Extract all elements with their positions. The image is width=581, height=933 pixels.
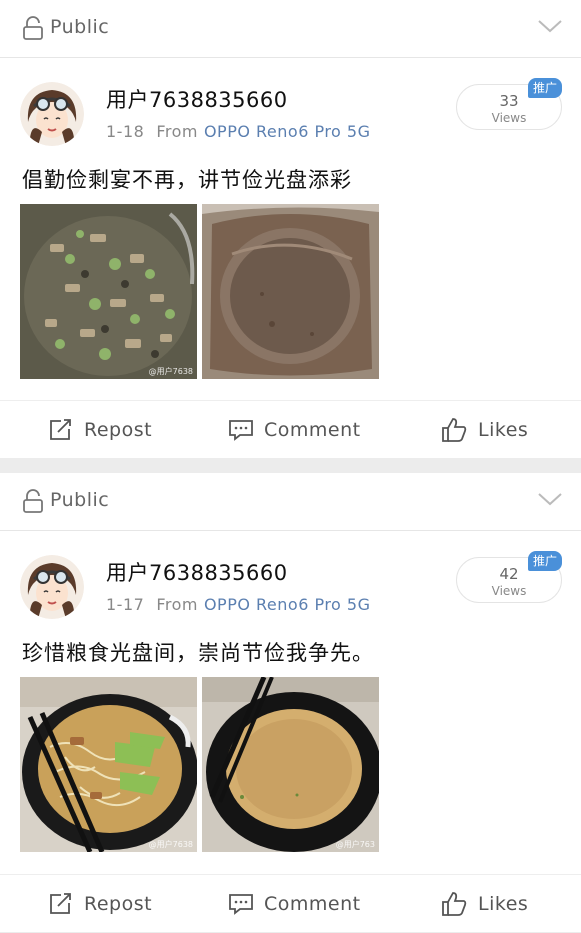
avatar[interactable]	[20, 555, 84, 619]
repost-label: Repost	[84, 419, 153, 441]
image-watermark: @用户7638	[148, 840, 193, 849]
image-watermark: @用户763	[335, 840, 375, 849]
repost-icon	[50, 419, 71, 440]
thumbs-up-icon	[442, 418, 467, 442]
post-image-1[interactable]: @用户7638	[20, 677, 197, 852]
chevron-down-icon[interactable]	[537, 491, 563, 507]
action-bar: Repost Comment Likes	[0, 400, 581, 458]
post-image-1[interactable]: @用户7638	[20, 204, 197, 379]
like-button[interactable]: Likes	[440, 875, 528, 933]
avatar[interactable]	[20, 82, 84, 146]
thumbs-up-icon	[442, 892, 467, 916]
from-label: From	[156, 595, 198, 614]
comment-icon	[229, 894, 253, 915]
noodle-bowl-photo-icon	[20, 677, 197, 852]
repost-label: Repost	[84, 893, 153, 915]
from-label: From	[156, 122, 198, 141]
lock-icon	[23, 489, 43, 513]
likes-label: Likes	[478, 419, 529, 441]
visibility-bar[interactable]: Public	[0, 0, 581, 58]
like-button[interactable]: Likes	[440, 401, 528, 459]
username[interactable]: 用户7638835660	[106, 84, 288, 114]
likes-label: Likes	[478, 893, 529, 915]
comment-label: Comment	[264, 893, 361, 915]
views-label: Views	[491, 584, 527, 598]
comment-button[interactable]: Comment	[228, 401, 361, 459]
post-text: 珍惜粮食光盘间，崇尚节俭我争先。	[22, 641, 374, 665]
repost-button[interactable]: Repost	[48, 401, 152, 459]
post-text: 倡勤俭剩宴不再，讲节俭光盘添彩	[22, 168, 352, 192]
repost-button[interactable]: Repost	[48, 875, 152, 933]
post-image-2[interactable]	[202, 204, 379, 379]
post-image-2[interactable]: @用户763	[202, 677, 379, 852]
username[interactable]: 用户7638835660	[106, 557, 288, 587]
empty-plate-photo-icon	[202, 204, 379, 379]
device-link[interactable]: OPPO Reno6 Pro 5G	[204, 595, 371, 614]
lock-icon	[23, 16, 43, 40]
food-photo-icon	[20, 204, 197, 379]
post-date: 1-17	[106, 595, 145, 614]
post-meta: 1-18 From OPPO Reno6 Pro 5G	[106, 122, 371, 141]
post-card-1: Public 用户7638835660 1-18 From OPPO Reno6 P…	[0, 0, 581, 458]
device-link[interactable]: OPPO Reno6 Pro 5G	[204, 122, 371, 141]
comment-icon	[229, 420, 253, 441]
comment-button[interactable]: Comment	[228, 875, 361, 933]
comment-label: Comment	[264, 419, 361, 441]
post-card-2: Public 用户7638835660 1-17 From OPPO Reno6 P…	[0, 473, 581, 932]
views-label: Views	[491, 111, 527, 125]
empty-bowl-photo-icon	[202, 677, 379, 852]
chevron-down-icon[interactable]	[537, 18, 563, 34]
image-watermark: @用户7638	[148, 367, 193, 376]
post-date: 1-18	[106, 122, 145, 141]
promo-badge[interactable]: 推广	[528, 78, 562, 98]
action-bar: Repost Comment Likes	[0, 874, 581, 932]
visibility-bar[interactable]: Public	[0, 473, 581, 531]
visibility-label: Public	[50, 489, 110, 511]
promo-badge[interactable]: 推广	[528, 551, 562, 571]
post-meta: 1-17 From OPPO Reno6 Pro 5G	[106, 595, 371, 614]
visibility-label: Public	[50, 16, 110, 38]
repost-icon	[50, 893, 71, 914]
